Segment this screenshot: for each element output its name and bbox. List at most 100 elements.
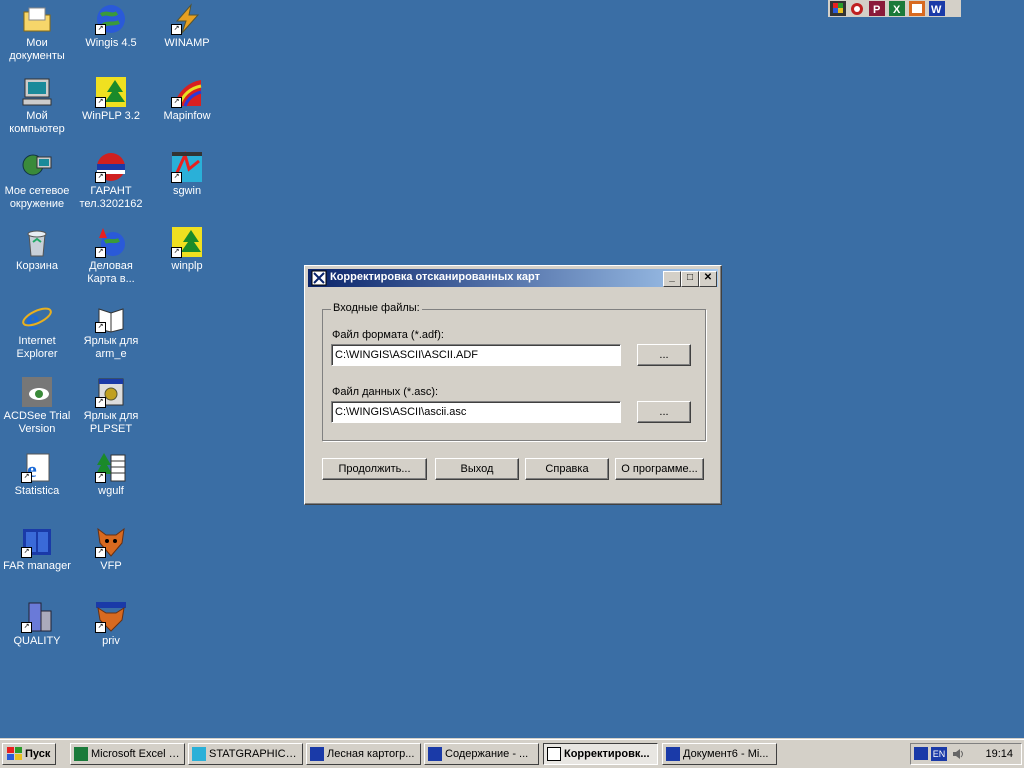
desktop-icon-garant[interactable]: ↗ ГАРАНТ тел.3202162 <box>74 151 148 211</box>
task-document6[interactable]: Документ6 - Mi... <box>662 743 777 765</box>
shortcut-arrow-icon: ↗ <box>171 172 182 183</box>
desktop-icon-mapinfo[interactable]: ↗ Mapinfow <box>150 76 224 123</box>
folder-icon <box>21 3 53 35</box>
excel-icon <box>74 747 88 761</box>
sgwin-icon: ↗ <box>171 150 203 183</box>
continue-button[interactable]: Продолжить... <box>322 458 427 480</box>
desktop-icon-winamp[interactable]: ↗ WINAMP <box>150 3 224 50</box>
data-file-browse-button[interactable]: ... <box>637 401 691 423</box>
about-button[interactable]: О программе... <box>615 458 704 480</box>
windows-logo-icon <box>7 747 22 760</box>
svg-text:X: X <box>893 4 901 16</box>
map-globe-icon: ↗ <box>95 226 127 258</box>
shortcut-arrow-icon: ↗ <box>95 622 106 633</box>
desktop-icon-arm-e[interactable]: ↗ Ярлык для arm_e <box>74 301 148 361</box>
word-icon <box>428 747 442 761</box>
desktop-icon-quality[interactable]: ↗ QUALITY <box>0 601 74 648</box>
desktop-icon-statistica[interactable]: e ↗ Statistica <box>0 451 74 498</box>
desktop-icon-my-computer[interactable]: Мой компьютер <box>0 76 74 136</box>
task-contents[interactable]: Содержание - ... <box>424 743 539 765</box>
start-label: Пуск <box>25 748 51 760</box>
svg-text:W: W <box>931 4 942 16</box>
format-file-browse-button[interactable]: ... <box>637 344 691 366</box>
shortcut-arrow-icon: ↗ <box>95 247 106 258</box>
shortcut-arrow-icon: ↗ <box>95 24 106 35</box>
office-icon[interactable] <box>830 1 846 16</box>
desktop-icon-winplp-2[interactable]: ↗ winplp <box>150 226 224 273</box>
task-correction[interactable]: Корректировк... <box>543 743 658 765</box>
language-indicator[interactable]: EN <box>931 747 947 761</box>
settings-icon: ↗ <box>95 376 127 408</box>
acdsee-icon <box>21 376 53 408</box>
shortcut-arrow-icon: ↗ <box>95 322 106 333</box>
input-files-group-label: Входные файлы: <box>331 302 422 314</box>
desktop-icon-wgulf[interactable]: ↗ wgulf <box>74 451 148 498</box>
globe-icon: ↗ <box>95 3 127 35</box>
outlook-icon[interactable] <box>849 1 865 16</box>
dialog-titlebar[interactable]: Корректировка отсканированных карт _ □ ✕ <box>308 269 718 287</box>
data-file-input[interactable]: C:\WINGIS\ASCII\ascii.asc <box>331 401 621 423</box>
recycle-bin-icon <box>21 226 53 258</box>
maximize-button[interactable]: □ <box>681 271 699 287</box>
desktop-icon-priv[interactable]: ↗ priv <box>74 601 148 648</box>
winamp-icon: ↗ <box>171 3 203 35</box>
svg-text:e: e <box>26 303 39 333</box>
desktop-icon-business-map[interactable]: ↗ Деловая Карта в... <box>74 226 148 286</box>
network-icon <box>21 151 53 183</box>
statistica-icon: e ↗ <box>21 451 53 483</box>
data-file-label: Файл данных (*.asc): <box>332 386 439 398</box>
word-icon[interactable]: W <box>929 1 945 16</box>
scanned-maps-correction-dialog: Корректировка отсканированных карт _ □ ✕… <box>304 265 722 505</box>
volume-icon[interactable] <box>951 747 965 761</box>
app-icon <box>547 747 561 761</box>
exit-button[interactable]: Выход <box>435 458 519 480</box>
access-icon[interactable]: P <box>869 1 885 16</box>
start-button[interactable]: Пуск <box>2 743 56 765</box>
ie-icon: e <box>21 301 53 336</box>
desktop-icon-winplp[interactable]: ↗ WinPLP 3.2 <box>74 76 148 123</box>
shortcut-arrow-icon: ↗ <box>95 397 106 408</box>
task-excel[interactable]: Microsoft Excel - ... <box>70 743 185 765</box>
tree-map-icon: ↗ <box>171 226 203 258</box>
desktop-icon-internet-explorer[interactable]: e Internet Explorer <box>0 301 74 361</box>
format-file-label: Файл формата (*.adf): <box>332 329 444 341</box>
fox-icon: ↗ <box>95 601 127 633</box>
desktop-icon-far-manager[interactable]: ↗ FAR manager <box>0 526 74 573</box>
book-icon: ↗ <box>95 301 127 333</box>
shortcut-arrow-icon: ↗ <box>95 547 106 558</box>
word-icon <box>310 747 324 761</box>
mapinfo-icon: ↗ <box>171 76 203 108</box>
quality-icon: ↗ <box>21 601 53 633</box>
desktop-icon-network[interactable]: Мое сетевое окружение <box>0 151 74 211</box>
office-shortcut-bar: P X W <box>828 0 961 17</box>
desktop-icon-sgwin[interactable]: ↗ sgwin <box>150 150 224 198</box>
powerpoint-icon[interactable] <box>909 1 925 16</box>
desktop-icon-wingis[interactable]: ↗ Wingis 4.5 <box>74 3 148 50</box>
fox-icon: ↗ <box>95 526 127 558</box>
task-statgraphics[interactable]: STATGRAPHICS ... <box>188 743 303 765</box>
desktop-icon-acdsee[interactable]: ACDSee Trial Version <box>0 376 74 436</box>
shortcut-arrow-icon: ↗ <box>95 172 106 183</box>
shortcut-arrow-icon: ↗ <box>171 247 182 258</box>
minimize-button[interactable]: _ <box>663 271 681 287</box>
garant-icon: ↗ <box>95 151 127 183</box>
taskbar: Пуск Microsoft Excel - ... STATGRAPHICS … <box>0 739 1024 768</box>
desktop-icon-my-documents[interactable]: Мои документы <box>0 3 74 63</box>
close-button[interactable]: ✕ <box>699 271 717 287</box>
computer-icon <box>21 76 53 108</box>
clock: 19:14 <box>985 748 1013 760</box>
excel-icon[interactable]: X <box>889 1 905 16</box>
monitor-icon[interactable] <box>914 747 928 760</box>
shortcut-arrow-icon: ↗ <box>95 472 106 483</box>
statgraphics-icon <box>192 747 206 761</box>
tree-map-icon: ↗ <box>95 76 127 108</box>
desktop-icon-vfp[interactable]: ↗ VFP <box>74 526 148 573</box>
task-forest-mapping[interactable]: Лесная картогр... <box>306 743 421 765</box>
format-file-input[interactable]: C:\WINGIS\ASCII\ASCII.ADF <box>331 344 621 366</box>
desktop-icon-recycle-bin[interactable]: Корзина <box>0 226 74 273</box>
system-tray: EN 19:14 <box>910 743 1022 765</box>
app-icon <box>311 270 327 286</box>
tree-table-icon: ↗ <box>95 451 127 483</box>
help-button[interactable]: Справка <box>525 458 609 480</box>
desktop-icon-plpset[interactable]: ↗ Ярлык для PLPSET <box>74 376 148 436</box>
